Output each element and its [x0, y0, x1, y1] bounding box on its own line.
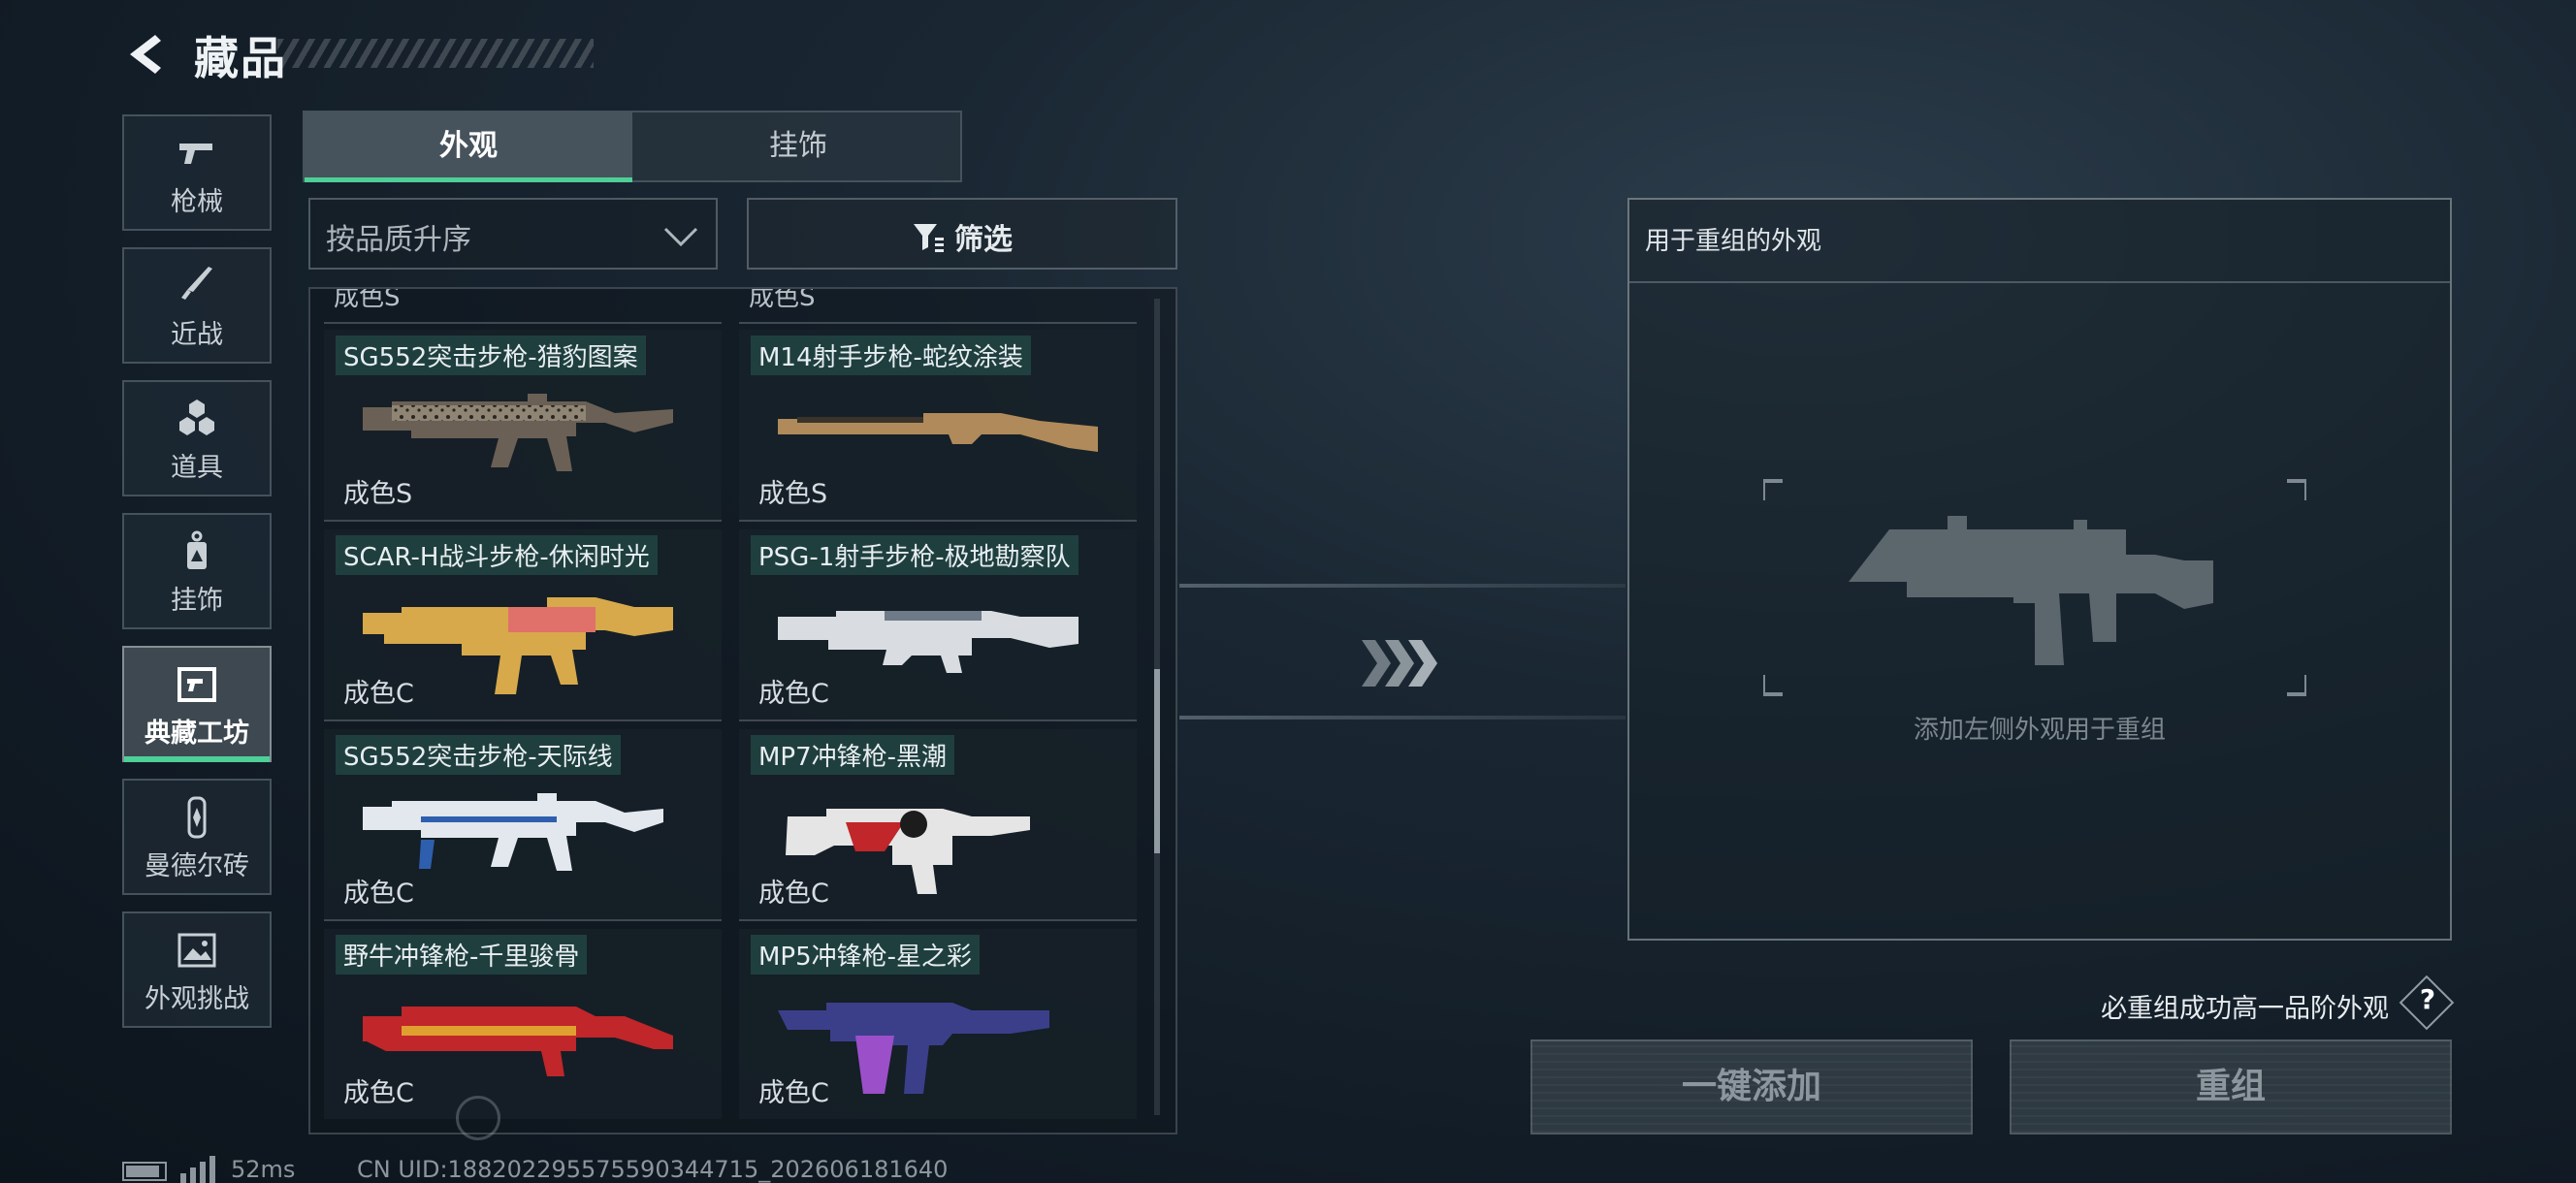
- challenge-image-icon: [177, 933, 216, 968]
- ping-text: 52ms: [231, 1156, 296, 1183]
- tab-pendant[interactable]: 挂饰: [634, 112, 962, 180]
- reorganize-panel[interactable]: 用于重组的外观 添加左侧外观用于重组: [1627, 198, 2452, 941]
- nav-item-firearms[interactable]: 枪械: [122, 114, 272, 231]
- skin-name: SG552突击步枪-天际线: [336, 735, 621, 775]
- panel-title: 用于重组的外观: [1645, 227, 1822, 256]
- skin-card[interactable]: 野牛冲锋枪-千里骏骨 成色C: [324, 929, 722, 1119]
- skin-card[interactable]: M14射手步枪-蛇纹涂装 成色S: [739, 330, 1137, 520]
- charm-tag-icon: [187, 530, 207, 569]
- connector-line: [1179, 716, 1626, 719]
- signal-icon: [180, 1156, 215, 1183]
- partial-grade-label: 成色S: [749, 287, 816, 312]
- skin-card[interactable]: PSG-1射手步枪-极地勘察队 成色C: [739, 529, 1137, 719]
- skin-name: PSG-1射手步枪-极地勘察队: [751, 535, 1079, 575]
- skin-grade: 成色C: [343, 879, 414, 909]
- skin-name: MP7冲锋枪-黑潮: [751, 735, 955, 775]
- help-question-icon[interactable]: ?: [2415, 983, 2440, 1015]
- skin-card[interactable]: MP7冲锋枪-黑潮 成色C: [739, 729, 1137, 919]
- skin-list[interactable]: 成色S 成色S SG552突击步枪-猎豹图案 成色S M14射手步枪-蛇纹涂装 …: [308, 287, 1177, 1135]
- divider: [324, 719, 722, 721]
- nav-label: 近战: [171, 320, 223, 350]
- skin-name: M14射手步枪-蛇纹涂装: [751, 336, 1031, 375]
- tab-appearance[interactable]: 外观: [305, 112, 632, 182]
- skin-card[interactable]: MP5冲锋枪-星之彩 成色C: [739, 929, 1137, 1119]
- divider: [1629, 281, 2450, 283]
- hexagon-cluster-icon: [179, 400, 214, 435]
- sort-label: 按品质升序: [326, 223, 471, 257]
- nav-label: 曼德尔砖: [145, 851, 249, 881]
- nav-item-items[interactable]: 道具: [122, 380, 272, 496]
- tab-bar: 外观 挂饰: [303, 111, 962, 182]
- skin-name: MP5冲锋枪-星之彩: [751, 935, 981, 975]
- skin-grade: 成色C: [758, 1078, 829, 1108]
- filter-label: 筛选: [954, 223, 1013, 257]
- uid-text: CN UID:18820229557559034471​5_2026061816…: [357, 1156, 949, 1183]
- divider: [739, 322, 1137, 324]
- nav-label: 道具: [171, 453, 223, 483]
- guarantee-text: 必重组成功高一品阶外观: [2101, 994, 2389, 1024]
- nav-label: 外观挑战: [145, 984, 249, 1014]
- add-all-button[interactable]: 一键添加: [1530, 1039, 1973, 1135]
- nav-label: 枪械: [171, 187, 223, 217]
- divider: [324, 520, 722, 522]
- sort-dropdown[interactable]: 按品质升序: [308, 198, 718, 270]
- knife-icon: [181, 267, 212, 300]
- pistol-icon: [179, 144, 212, 164]
- joystick-indicator: [456, 1096, 500, 1140]
- mandel-brick-icon: [187, 796, 207, 839]
- connector-line: [1179, 584, 1626, 588]
- filter-icon: [914, 224, 944, 252]
- rifle-image: [778, 413, 1098, 452]
- workshop-frame-icon: [177, 667, 216, 702]
- divider: [739, 719, 1137, 721]
- skin-grade: 成色C: [758, 679, 829, 709]
- panel-hint: 添加左侧外观用于重组: [1913, 716, 2166, 745]
- nav-item-melee[interactable]: 近战: [122, 247, 272, 364]
- chevron-down-icon: [663, 227, 698, 247]
- skin-name: SG552突击步枪-猎豹图案: [336, 336, 646, 375]
- nav-item-workshop[interactable]: 典藏工坊: [122, 646, 272, 762]
- skin-grade: 成色C: [343, 1078, 414, 1108]
- rifle-image: [363, 793, 663, 871]
- skin-name: SCAR-H战斗步枪-休闲时光: [336, 535, 658, 575]
- skin-grade: 成色C: [343, 679, 414, 709]
- filter-button[interactable]: 筛选: [747, 198, 1177, 270]
- triple-chevron-icon: [1362, 640, 1437, 687]
- skin-card[interactable]: SCAR-H战斗步枪-休闲时光 成色C: [324, 529, 722, 719]
- partial-grade-label: 成色S: [334, 287, 401, 312]
- skin-grade: 成色S: [343, 479, 413, 509]
- nav-item-mandel-brick[interactable]: 曼德尔砖: [122, 779, 272, 895]
- nav-label: 挂饰: [171, 586, 223, 616]
- scrollbar-thumb[interactable]: [1154, 669, 1160, 853]
- page-title: 藏品: [194, 32, 287, 84]
- back-chevron-icon[interactable]: [122, 31, 169, 78]
- reorganize-button[interactable]: 重组: [2010, 1039, 2452, 1135]
- rifle-image: [363, 394, 673, 471]
- divider: [739, 919, 1137, 921]
- title-decoration: [277, 39, 594, 68]
- nav-item-appearance-challenge[interactable]: 外观挑战: [122, 911, 272, 1028]
- nav-item-charms[interactable]: 挂饰: [122, 513, 272, 629]
- rifle-placeholder-icon: [1763, 479, 2306, 696]
- divider: [739, 520, 1137, 522]
- divider: [324, 322, 722, 324]
- skin-grade: 成色S: [758, 479, 828, 509]
- skin-card[interactable]: SG552突击步枪-天际线 成色C: [324, 729, 722, 919]
- nav-label: 典藏工坊: [145, 719, 249, 749]
- skin-name: 野牛冲锋枪-千里骏骨: [336, 935, 588, 975]
- skin-card[interactable]: SG552突击步枪-猎豹图案 成色S: [324, 330, 722, 520]
- smg-image: [363, 1007, 673, 1076]
- divider: [324, 919, 722, 921]
- battery-level: [126, 1166, 159, 1177]
- skin-grade: 成色C: [758, 879, 829, 909]
